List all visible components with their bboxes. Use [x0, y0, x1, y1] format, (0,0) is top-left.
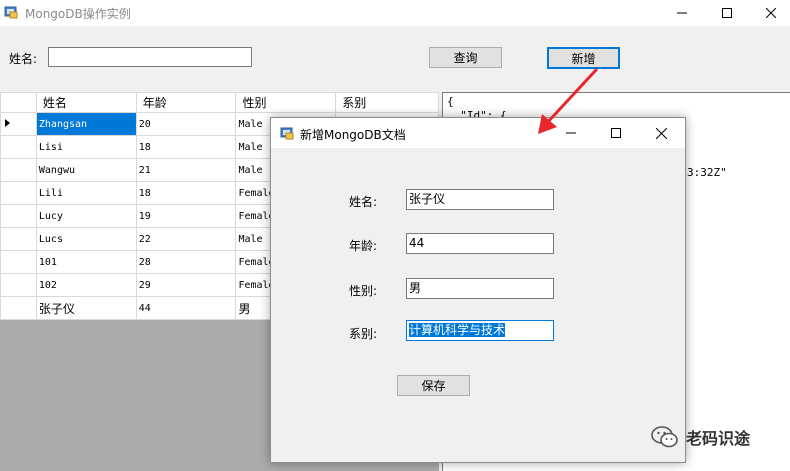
cell-age[interactable]: 44 [135, 296, 237, 320]
minimize-button[interactable] [659, 0, 705, 26]
row-header[interactable] [0, 204, 37, 228]
column-header-name[interactable]: 姓名 [35, 92, 137, 113]
dialog-titlebar: 新增MongoDB文档 [271, 118, 685, 148]
row-header[interactable] [0, 250, 37, 274]
column-header-age[interactable]: 年龄 [135, 92, 237, 113]
cell-name[interactable]: Zhangsan [35, 112, 137, 136]
red-arrow-annotation [538, 68, 598, 134]
row-header[interactable] [0, 227, 37, 251]
cell-age[interactable]: 18 [135, 135, 237, 159]
cell-age[interactable]: 29 [135, 273, 237, 297]
main-window-title: MongoDB操作实例 [25, 7, 131, 21]
maximize-icon [611, 128, 621, 138]
app-icon [4, 5, 18, 19]
cell-age[interactable]: 28 [135, 250, 237, 274]
maximize-icon [722, 8, 732, 18]
main-titlebar: MongoDB操作实例 [0, 0, 790, 26]
search-name-input[interactable] [48, 47, 252, 67]
dialog-close-button[interactable] [638, 118, 684, 148]
cell-name[interactable]: Wangwu [35, 158, 137, 182]
watermark: 老码识途 [650, 424, 750, 450]
add-document-dialog: 新增MongoDB文档 姓名: 张子仪 年龄: 44 性别: 男 系别: 计算机… [270, 117, 686, 463]
minimize-icon [677, 12, 687, 14]
cell-age[interactable]: 19 [135, 204, 237, 228]
row-pointer-icon [5, 118, 10, 127]
search-name-label: 姓名: [9, 52, 38, 66]
cell-name[interactable]: Lucs [35, 227, 137, 251]
json-line: 3:32Z" [687, 166, 727, 179]
app-icon [280, 126, 294, 140]
cell-name[interactable]: 张子仪 [35, 296, 137, 320]
grid-header-row: 姓名 年龄 性别 系别 [0, 92, 439, 113]
name-label: 姓名: [349, 195, 378, 209]
row-header[interactable] [0, 135, 37, 159]
column-header-gender[interactable]: 性别 [235, 92, 337, 113]
age-label: 年龄: [349, 239, 378, 253]
age-field[interactable]: 44 [406, 233, 554, 254]
wechat-icon [651, 426, 678, 448]
dept-field-selected-text: 计算机科学与技术 [409, 323, 506, 337]
close-icon [766, 8, 776, 18]
row-header[interactable] [0, 158, 37, 182]
cell-name[interactable]: Lisi [35, 135, 137, 159]
column-header-dept[interactable]: 系别 [335, 92, 439, 113]
row-header[interactable] [0, 273, 37, 297]
cell-age[interactable]: 21 [135, 158, 237, 182]
watermark-text: 老码识途 [686, 429, 751, 448]
cell-name[interactable]: Lili [35, 181, 137, 205]
row-header[interactable] [0, 296, 37, 320]
maximize-button[interactable] [704, 0, 750, 26]
grid-corner [0, 92, 37, 113]
row-header[interactable] [0, 181, 37, 205]
dept-field[interactable]: 计算机科学与技术 [406, 320, 554, 341]
save-button[interactable]: 保存 [397, 375, 470, 396]
dept-label: 系别: [349, 327, 378, 341]
gender-field[interactable]: 男 [406, 278, 554, 299]
gender-label: 性别: [349, 284, 378, 298]
row-header[interactable] [0, 112, 37, 136]
close-button[interactable] [748, 0, 790, 26]
cell-age[interactable]: 20 [135, 112, 237, 136]
cell-age[interactable]: 18 [135, 181, 237, 205]
dialog-title: 新增MongoDB文档 [300, 128, 406, 142]
close-icon [655, 127, 667, 139]
query-button[interactable]: 查询 [429, 47, 502, 68]
name-field[interactable]: 张子仪 [406, 189, 554, 210]
cell-name[interactable]: Lucy [35, 204, 137, 228]
cell-name[interactable]: 101 [35, 250, 137, 274]
cell-name[interactable]: 102 [35, 273, 137, 297]
json-line: { [447, 95, 454, 108]
cell-age[interactable]: 22 [135, 227, 237, 251]
